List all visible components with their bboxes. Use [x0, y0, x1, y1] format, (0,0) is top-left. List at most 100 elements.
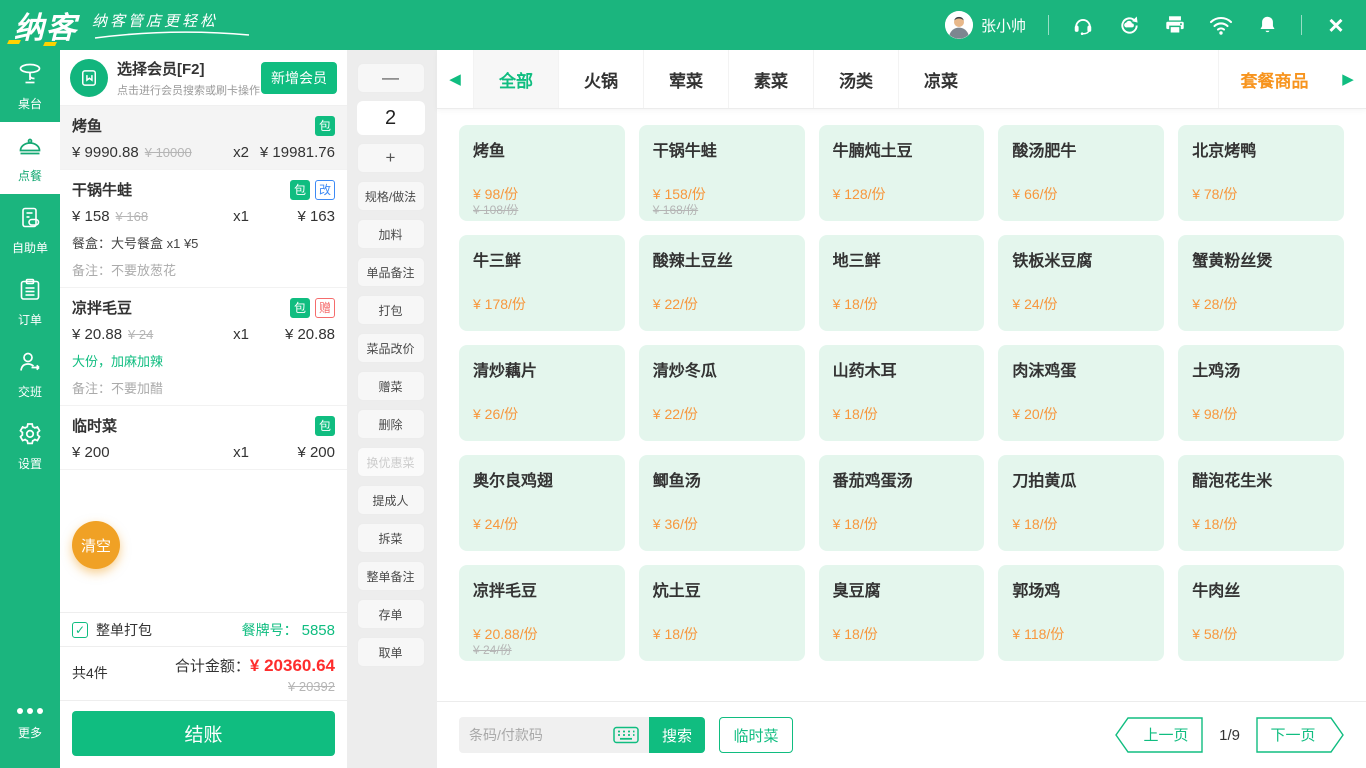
menu-dish-card[interactable]: 地三鲜 ¥ 18/份 [819, 235, 985, 331]
category-tab[interactable]: 凉菜 [898, 50, 983, 108]
tabs-scroll-right-icon[interactable]: ▶ [1330, 50, 1366, 108]
action-button[interactable]: 取单 [357, 637, 425, 667]
action-button[interactable]: 换优惠菜 [357, 447, 425, 477]
menu-dish-card[interactable]: 醋泡花生米 ¥ 18/份 [1178, 455, 1344, 551]
sidebar-item-more[interactable]: 更多 [0, 686, 60, 758]
sidebar-item-self-order[interactable]: 自助单 [0, 194, 60, 266]
action-button[interactable]: 提成人 [357, 485, 425, 515]
menu-dish-card[interactable]: 干锅牛蛙 ¥ 158/份 ¥ 168/份 [639, 125, 805, 221]
action-button[interactable]: 菜品改价 [357, 333, 425, 363]
qty-minus-button[interactable]: — [357, 63, 425, 93]
checkout-button[interactable]: 结账 [72, 711, 335, 756]
temp-dish-button[interactable]: 临时菜 [719, 717, 793, 753]
menu-dish-name: 地三鲜 [833, 247, 971, 271]
menu-content: ◀ 全部 火锅 荤菜 素菜 汤类 凉菜 套餐商品 ▶ 烤鱼 ¥ 98/份 [437, 50, 1366, 768]
combo-products-tab[interactable]: 套餐商品 [1218, 50, 1330, 108]
slogan-underline [92, 31, 252, 40]
barcode-search-box [459, 717, 649, 753]
order-item[interactable]: 干锅牛蛙 包 改 ¥ 158 ¥ 168 x1 ¥ 163 餐盒：大号餐盒 x1… [60, 170, 347, 288]
gear-icon [17, 421, 43, 450]
dish-qty: x2 [233, 144, 249, 161]
qty-plus-button[interactable]: + [357, 143, 425, 173]
menu-dish-name: 鲫鱼汤 [653, 467, 791, 491]
user-account[interactable]: 张小帅 [945, 11, 1026, 39]
menu-dish-price: ¥ 26/份 [473, 405, 518, 423]
menu-dish-price: ¥ 18/份 [833, 405, 878, 423]
search-button[interactable]: 搜索 [649, 717, 705, 753]
menu-dish-card[interactable]: 凉拌毛豆 ¥ 20.88/份 ¥ 24/份 [459, 565, 625, 661]
total-amount: ¥ 20360.64 [250, 656, 335, 675]
menu-dish-card[interactable]: 郭场鸡 ¥ 118/份 [998, 565, 1164, 661]
menu-dish-original-price: ¥ 24/份 [473, 643, 538, 659]
order-item[interactable]: 临时菜 包 ¥ 200 x1 ¥ 200 [60, 406, 347, 470]
more-dots-icon [17, 703, 43, 719]
member-card-icon[interactable] [70, 59, 108, 97]
menu-dish-card[interactable]: 山药木耳 ¥ 18/份 [819, 345, 985, 441]
order-item[interactable]: 凉拌毛豆 包 赠 ¥ 20.88 ¥ 24 x1 ¥ 20.88 大份，加麻加辣… [60, 288, 347, 406]
action-button[interactable]: 存单 [357, 599, 425, 629]
sidebar-item-shift[interactable]: 交班 [0, 338, 60, 410]
action-button[interactable]: 加料 [357, 219, 425, 249]
action-button[interactable]: 单品备注 [357, 257, 425, 287]
menu-dish-card[interactable]: 炕土豆 ¥ 18/份 [639, 565, 805, 661]
sidebar: 桌台 点餐 自助单 订单 [0, 50, 60, 768]
sidebar-item-tables[interactable]: 桌台 [0, 50, 60, 122]
menu-dish-card[interactable]: 牛腩炖土豆 ¥ 128/份 [819, 125, 985, 221]
category-tab[interactable]: 素菜 [728, 50, 813, 108]
menu-dish-name: 炕土豆 [653, 577, 791, 601]
menu-dish-name: 蟹黄粉丝煲 [1192, 247, 1330, 271]
menu-dish-price: ¥ 18/份 [1012, 515, 1057, 533]
sidebar-item-orders[interactable]: 订单 [0, 266, 60, 338]
cloud-sync-icon[interactable] [1117, 13, 1141, 37]
bell-icon[interactable] [1255, 13, 1279, 37]
menu-dish-name: 刀拍黄瓜 [1012, 467, 1150, 491]
pack-checkbox[interactable]: ✓ [72, 622, 88, 638]
menu-dish-card[interactable]: 清炒藕片 ¥ 26/份 [459, 345, 625, 441]
wifi-icon[interactable] [1209, 13, 1233, 37]
sidebar-item-settings[interactable]: 设置 [0, 410, 60, 482]
menu-dish-card[interactable]: 番茄鸡蛋汤 ¥ 18/份 [819, 455, 985, 551]
svg-text:下一页: 下一页 [1270, 727, 1315, 744]
tabs-scroll-left-icon[interactable]: ◀ [437, 50, 473, 108]
keyboard-icon[interactable] [613, 726, 639, 744]
menu-dish-card[interactable]: 铁板米豆腐 ¥ 24/份 [998, 235, 1164, 331]
action-button[interactable]: 打包 [357, 295, 425, 325]
category-tab[interactable]: 火锅 [558, 50, 643, 108]
close-icon[interactable]: × [1324, 13, 1348, 37]
menu-dish-card[interactable]: 肉沫鸡蛋 ¥ 20/份 [998, 345, 1164, 441]
menu-dish-card[interactable]: 土鸡汤 ¥ 98/份 [1178, 345, 1344, 441]
menu-dish-card[interactable]: 酸辣土豆丝 ¥ 22/份 [639, 235, 805, 331]
headset-icon[interactable] [1071, 13, 1095, 37]
menu-dish-card[interactable]: 蟹黄粉丝煲 ¥ 28/份 [1178, 235, 1344, 331]
category-tab[interactable]: 全部 [473, 50, 558, 108]
menu-dish-card[interactable]: 奥尔良鸡翅 ¥ 24/份 [459, 455, 625, 551]
order-panel: 选择会员[F2] 点击进行会员搜索或刷卡操作 新增会员 烤鱼 包 ¥ 9990.… [60, 50, 347, 768]
action-button[interactable]: 规格/做法 [357, 181, 425, 211]
clear-order-button[interactable]: 清空 [72, 521, 120, 569]
member-select[interactable]: 选择会员[F2] 点击进行会员搜索或刷卡操作 [117, 58, 252, 98]
sidebar-item-label: 点餐 [18, 167, 42, 184]
menu-dish-card[interactable]: 清炒冬瓜 ¥ 22/份 [639, 345, 805, 441]
action-button[interactable]: 拆菜 [357, 523, 425, 553]
category-tab[interactable]: 荤菜 [643, 50, 728, 108]
category-tab[interactable]: 汤类 [813, 50, 898, 108]
menu-dish-card[interactable]: 牛三鲜 ¥ 178/份 [459, 235, 625, 331]
prev-page-button[interactable]: 上一页 [1115, 717, 1203, 753]
menu-dish-card[interactable]: 牛肉丝 ¥ 58/份 [1178, 565, 1344, 661]
menu-dish-card[interactable]: 北京烤鸭 ¥ 78/份 [1178, 125, 1344, 221]
menu-dish-card[interactable]: 酸汤肥牛 ¥ 66/份 [998, 125, 1164, 221]
next-page-button[interactable]: 下一页 [1256, 717, 1344, 753]
printer-icon[interactable] [1163, 13, 1187, 37]
add-member-button[interactable]: 新增会员 [261, 62, 337, 94]
menu-dish-card[interactable]: 臭豆腐 ¥ 18/份 [819, 565, 985, 661]
menu-dish-card[interactable]: 烤鱼 ¥ 98/份 ¥ 108/份 [459, 125, 625, 221]
menu-dish-card[interactable]: 刀拍黄瓜 ¥ 18/份 [998, 455, 1164, 551]
menu-dish-card[interactable]: 鲫鱼汤 ¥ 36/份 [639, 455, 805, 551]
action-button[interactable]: 赠菜 [357, 371, 425, 401]
action-button[interactable]: 删除 [357, 409, 425, 439]
dish-total: ¥ 163 [249, 208, 335, 225]
barcode-input[interactable] [469, 727, 613, 743]
sidebar-item-ordering[interactable]: 点餐 [0, 122, 60, 194]
order-item[interactable]: 烤鱼 包 ¥ 9990.88 ¥ 10000 x2 ¥ 19981.76 [60, 106, 347, 170]
action-button[interactable]: 整单备注 [357, 561, 425, 591]
